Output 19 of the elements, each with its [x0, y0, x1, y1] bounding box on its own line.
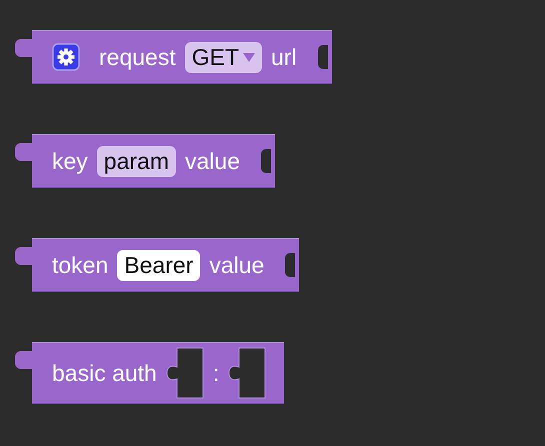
code-block[interactable]: token Bearer value — [32, 238, 300, 292]
block-label: value — [209, 252, 264, 278]
input-slot[interactable] — [166, 347, 204, 399]
text-field[interactable]: Bearer — [117, 250, 200, 280]
gear-icon[interactable] — [52, 43, 80, 71]
text-field[interactable]: param — [96, 146, 176, 176]
block-label: url — [271, 44, 297, 70]
input-slot[interactable] — [228, 347, 266, 399]
block-label: token — [52, 252, 108, 278]
code-block[interactable]: request GET url — [32, 30, 332, 84]
code-block[interactable]: basic auth : — [32, 342, 284, 404]
block-label: request — [99, 44, 176, 70]
block-label: : — [212, 360, 220, 386]
block-label: key — [52, 148, 88, 174]
code-block[interactable]: key param value — [32, 134, 275, 188]
method-dropdown[interactable]: GET — [184, 42, 262, 72]
block-label: basic auth — [52, 360, 157, 386]
block-label: value — [185, 148, 240, 174]
caret-icon — [243, 52, 255, 62]
